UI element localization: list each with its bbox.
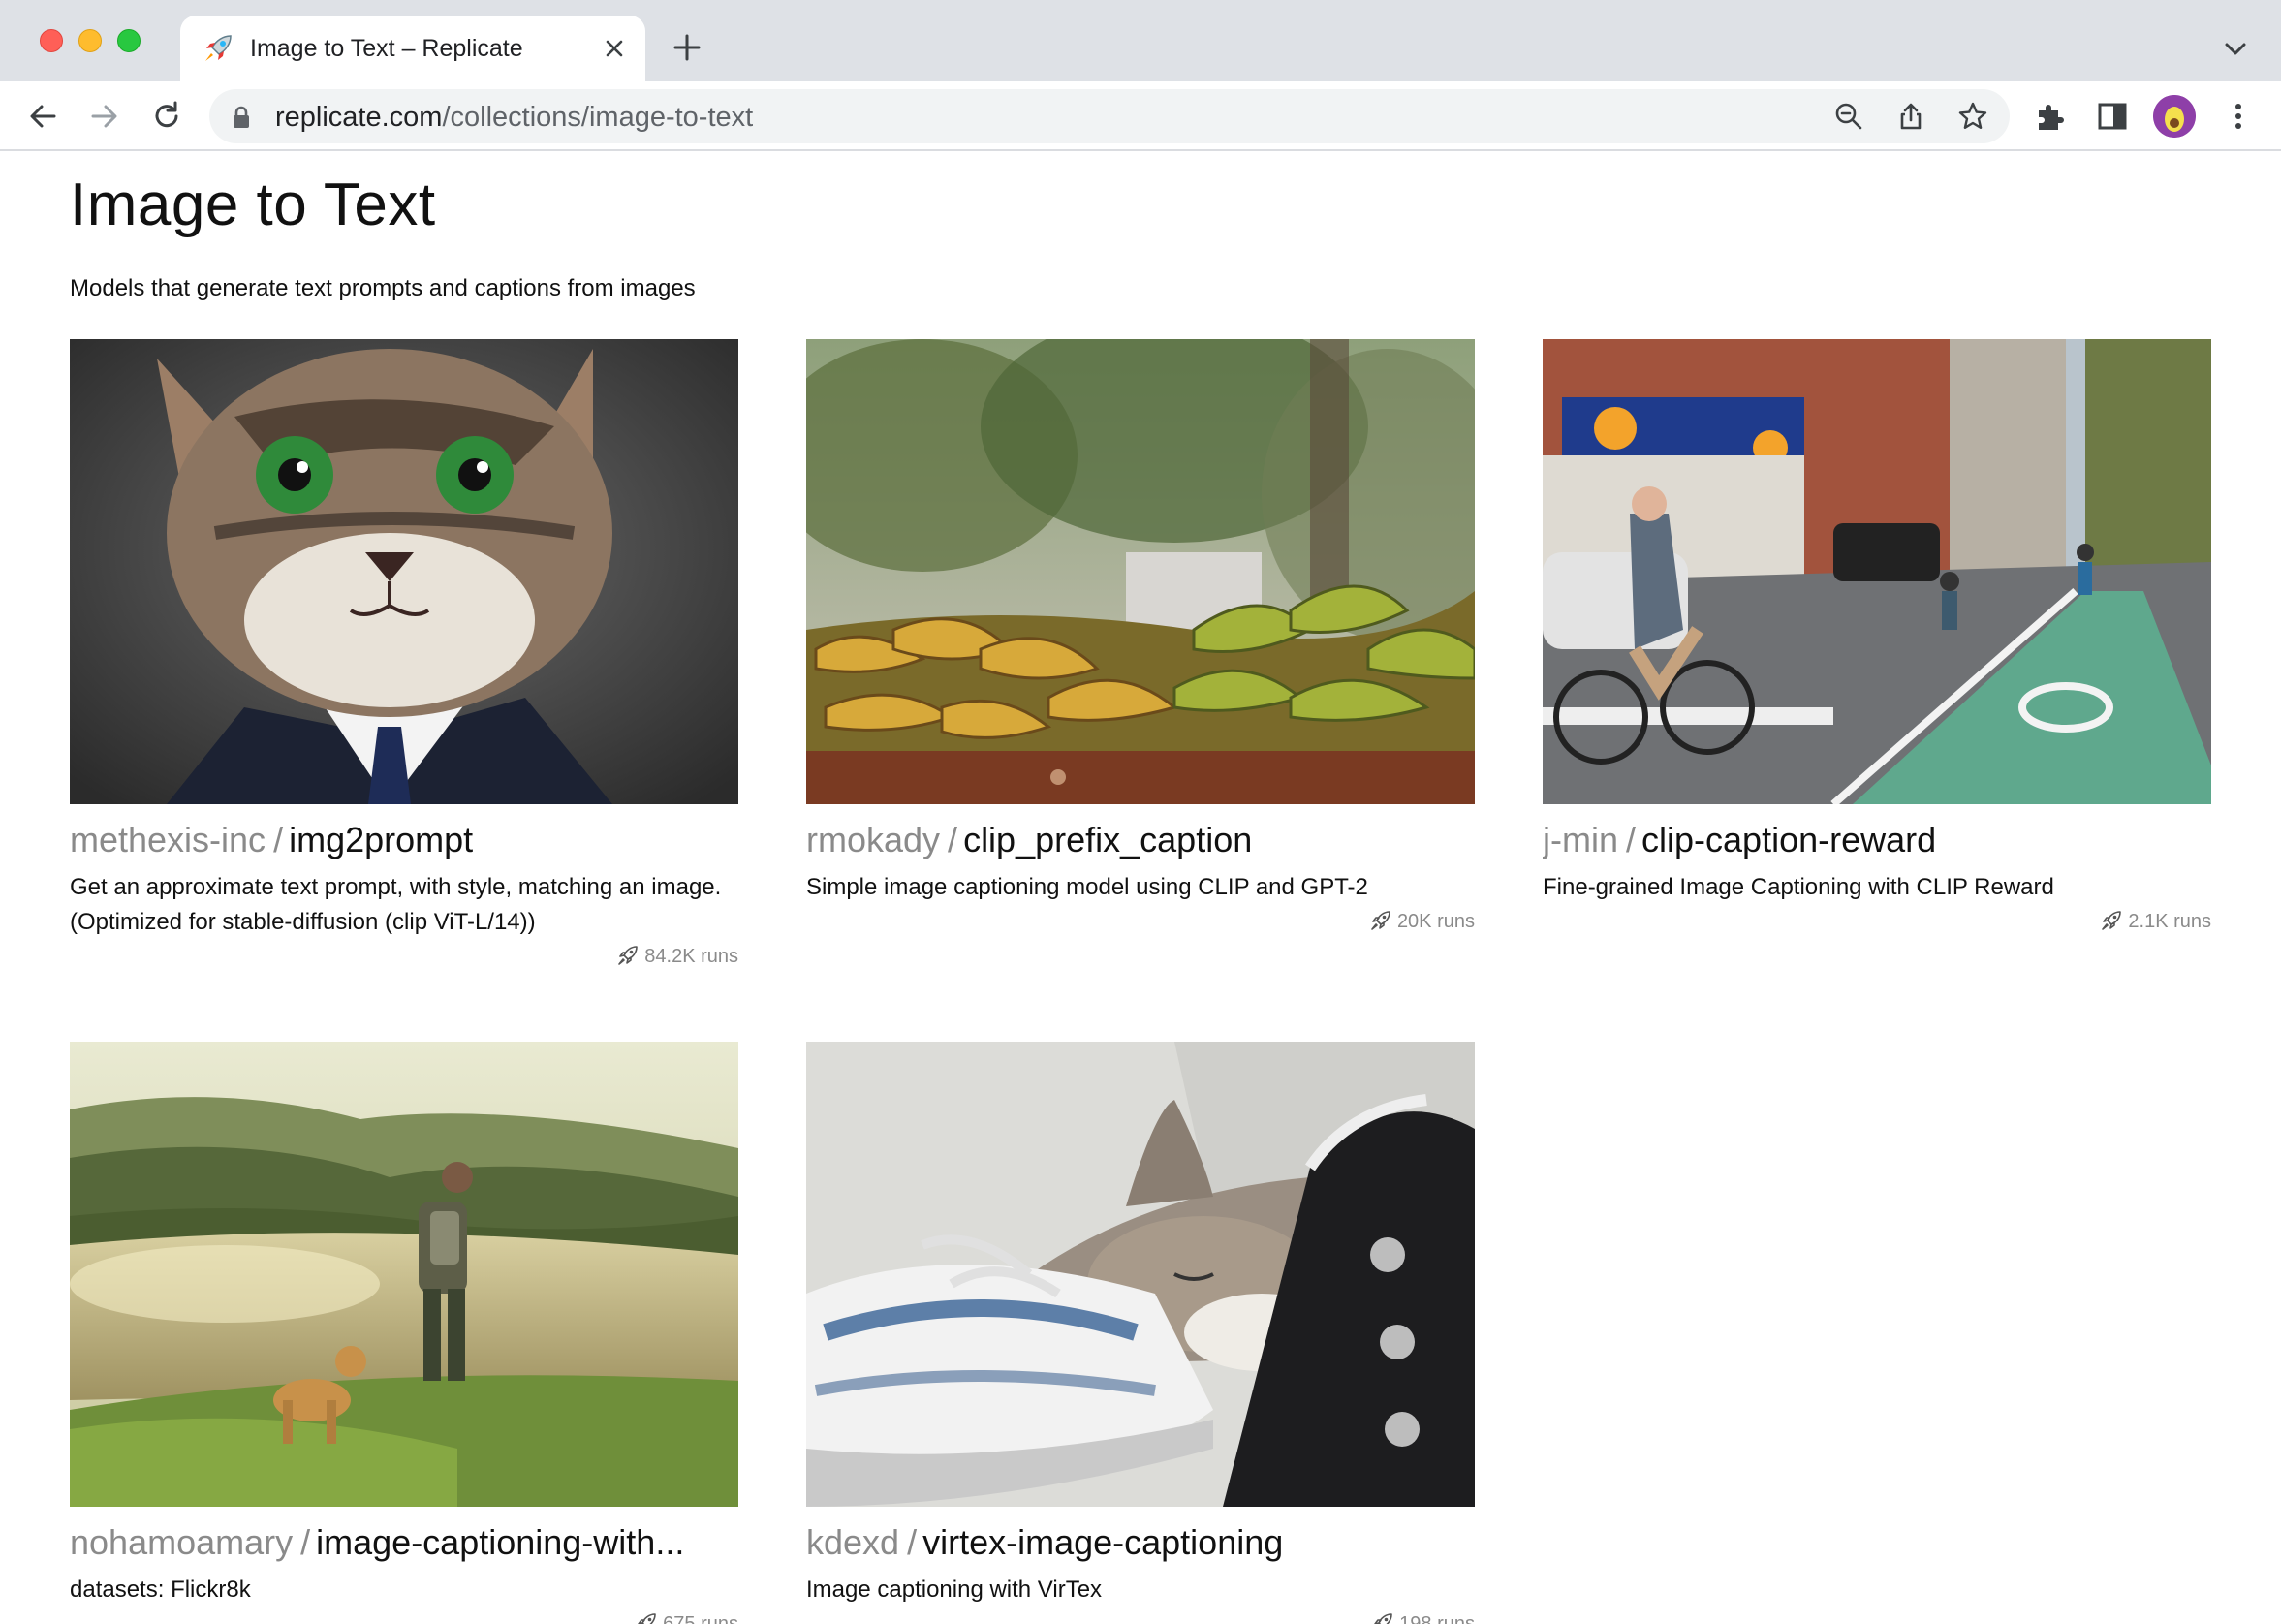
tab-strip: Image to Text – Replicate xyxy=(0,0,2281,81)
separator: / xyxy=(300,1522,311,1562)
share-icon[interactable] xyxy=(1895,101,1926,132)
close-icon[interactable] xyxy=(599,33,630,64)
address-bar[interactable]: replicate.com/collections/image-to-text xyxy=(209,89,2010,143)
separator: / xyxy=(948,820,958,859)
separator: / xyxy=(273,820,284,859)
tab-image-to-text[interactable]: Image to Text – Replicate xyxy=(180,16,645,81)
run-count-text: 84.2K runs xyxy=(644,946,738,967)
new-tab-icon[interactable] xyxy=(671,31,703,64)
tab-title: Image to Text – Replicate xyxy=(250,35,523,62)
extensions-puzzle-icon[interactable] xyxy=(2033,99,2068,134)
reload-icon[interactable] xyxy=(147,97,186,136)
model-description: Get an approximate text prompt, with sty… xyxy=(70,874,722,935)
model-thumbnail[interactable] xyxy=(70,1042,738,1507)
model-thumbnail[interactable] xyxy=(806,339,1475,804)
rocket-icon xyxy=(2102,911,2122,930)
run-count: 198 runs xyxy=(806,1609,1475,1624)
model-heading[interactable]: rmokady / clip_prefix_caption xyxy=(806,818,1475,862)
page-description: Models that generate text prompts and ca… xyxy=(70,275,696,301)
lock-icon[interactable] xyxy=(231,105,252,130)
profile-avatar[interactable] xyxy=(2153,95,2196,138)
side-panel-icon[interactable] xyxy=(2095,99,2130,134)
model-thumbnail[interactable] xyxy=(1543,339,2211,804)
model-owner[interactable]: nohamoamary xyxy=(70,1522,293,1562)
page-content: Image to Text Models that generate text … xyxy=(0,153,2281,1624)
model-name[interactable]: img2prompt xyxy=(289,820,473,859)
model-thumbnail[interactable] xyxy=(806,1042,1475,1507)
model-name[interactable]: image-captioning-with... xyxy=(316,1522,684,1562)
model-heading[interactable]: kdexd / virtex-image-captioning xyxy=(806,1520,1475,1565)
separator: / xyxy=(907,1522,918,1562)
model-description: datasets: Flickr8k xyxy=(70,1577,251,1603)
rocket-icon xyxy=(1374,1613,1392,1624)
run-count-text: 2.1K runs xyxy=(2128,911,2211,932)
model-owner[interactable]: j-min xyxy=(1543,820,1618,859)
separator: / xyxy=(1626,820,1637,859)
browser-toolbar: replicate.com/collections/image-to-text xyxy=(0,81,2281,151)
run-count: 20K runs xyxy=(806,907,1475,936)
url-text[interactable]: replicate.com/collections/image-to-text xyxy=(275,102,753,134)
cat-on-shoe-image xyxy=(806,1042,1475,1507)
zoom-out-icon[interactable] xyxy=(1833,101,1864,132)
model-owner[interactable]: kdexd xyxy=(806,1522,899,1562)
model-card[interactable]: rmokady / clip_prefix_caption Simple image… xyxy=(806,339,1475,936)
run-count-text: 675 runs xyxy=(663,1613,738,1624)
bookmark-star-icon[interactable] xyxy=(1957,101,1988,132)
url-path: /collections/image-to-text xyxy=(442,102,754,133)
rocket-icon xyxy=(618,946,639,965)
model-heading[interactable]: methexis-inc / img2prompt xyxy=(70,818,738,862)
model-name[interactable]: virtex-image-captioning xyxy=(922,1522,1283,1562)
model-name[interactable]: clip_prefix_caption xyxy=(963,820,1252,859)
rocket-icon xyxy=(638,1613,656,1624)
forward-arrow-icon[interactable] xyxy=(85,97,124,136)
avocado-icon xyxy=(2153,95,2196,138)
run-count: 675 runs xyxy=(70,1609,738,1624)
close-window-button[interactable] xyxy=(40,29,63,52)
model-description: Simple image captioning model using CLIP… xyxy=(806,874,1368,900)
model-heading[interactable]: j-min / clip-caption-reward xyxy=(1543,818,2211,862)
cyclists-street-image xyxy=(1543,339,2211,804)
page-title: Image to Text xyxy=(70,172,436,238)
model-description: Image captioning with VirTex xyxy=(806,1577,1103,1603)
bananas-image xyxy=(806,339,1475,804)
cat-in-suit-image xyxy=(70,339,738,804)
back-arrow-icon[interactable] xyxy=(23,97,62,136)
rocket-icon xyxy=(205,35,232,61)
maximize-window-button[interactable] xyxy=(117,29,141,52)
model-description: Fine-grained Image Captioning with CLIP … xyxy=(1543,874,2054,900)
model-heading[interactable]: nohamoamary / image-captioning-with... xyxy=(70,1520,738,1565)
run-count-text: 20K runs xyxy=(1396,911,1475,932)
hiker-with-dog-image xyxy=(70,1042,738,1507)
model-card[interactable]: j-min / clip-caption-reward Fine-grained I… xyxy=(1543,339,2211,936)
run-count-text: 198 runs xyxy=(1399,1613,1475,1624)
model-owner[interactable]: methexis-inc xyxy=(70,820,266,859)
model-name[interactable]: clip-caption-reward xyxy=(1641,820,1936,859)
model-card[interactable]: kdexd / virtex-image-captioning Image capt… xyxy=(806,1042,1475,1624)
run-count: 2.1K runs xyxy=(1543,907,2211,936)
more-menu-icon[interactable] xyxy=(2221,99,2256,134)
model-thumbnail[interactable] xyxy=(70,339,738,804)
chevron-down-icon[interactable] xyxy=(2219,35,2252,62)
run-count: 84.2K runs xyxy=(70,942,738,971)
model-owner[interactable]: rmokady xyxy=(806,820,940,859)
rocket-icon xyxy=(1371,911,1390,930)
model-card[interactable]: methexis-inc / img2prompt Get an approxima… xyxy=(70,339,738,971)
minimize-window-button[interactable] xyxy=(78,29,102,52)
model-card[interactable]: nohamoamary / image-captioning-with... dat… xyxy=(70,1042,738,1624)
url-domain: replicate.com xyxy=(275,102,443,133)
